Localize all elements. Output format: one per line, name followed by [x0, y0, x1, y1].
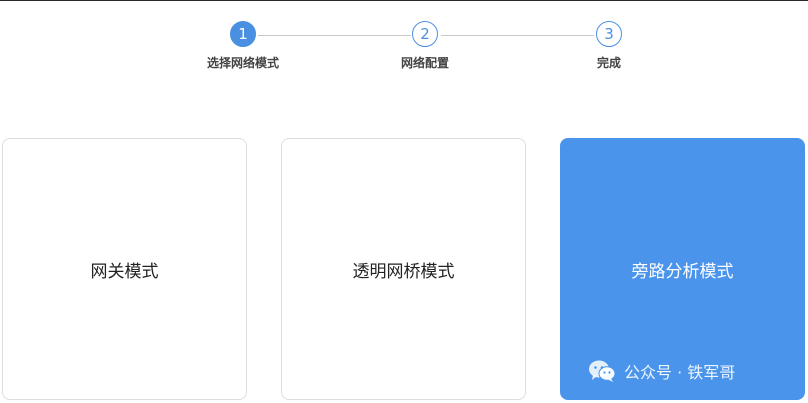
watermark: 公众号 · 铁军哥 [588, 356, 735, 386]
mode-card-gateway[interactable]: 网关模式 [2, 138, 247, 400]
step-3-indicator[interactable]: 3 [596, 21, 622, 47]
mode-card-transparent-bridge[interactable]: 透明网桥模式 [281, 138, 526, 400]
mode-card-label: 网关模式 [90, 261, 159, 282]
setup-stepper: 1 2 3 选择网络模式 网络配置 完成 [0, 0, 808, 90]
step-2-label: 网络配置 [400, 56, 449, 70]
mode-card-label: 透明网桥模式 [352, 261, 455, 282]
step-3-label: 完成 [596, 56, 621, 70]
step-1-label: 选择网络模式 [206, 56, 279, 70]
mode-card-label: 旁路分析模式 [631, 261, 734, 282]
step-1-indicator[interactable]: 1 [230, 21, 256, 47]
step-2-indicator[interactable]: 2 [412, 21, 438, 47]
wechat-icon [589, 360, 616, 382]
step-connector-1-2 [258, 35, 411, 36]
watermark-text: 公众号 · 铁军哥 [624, 363, 736, 382]
step-connector-2-3 [441, 35, 594, 36]
